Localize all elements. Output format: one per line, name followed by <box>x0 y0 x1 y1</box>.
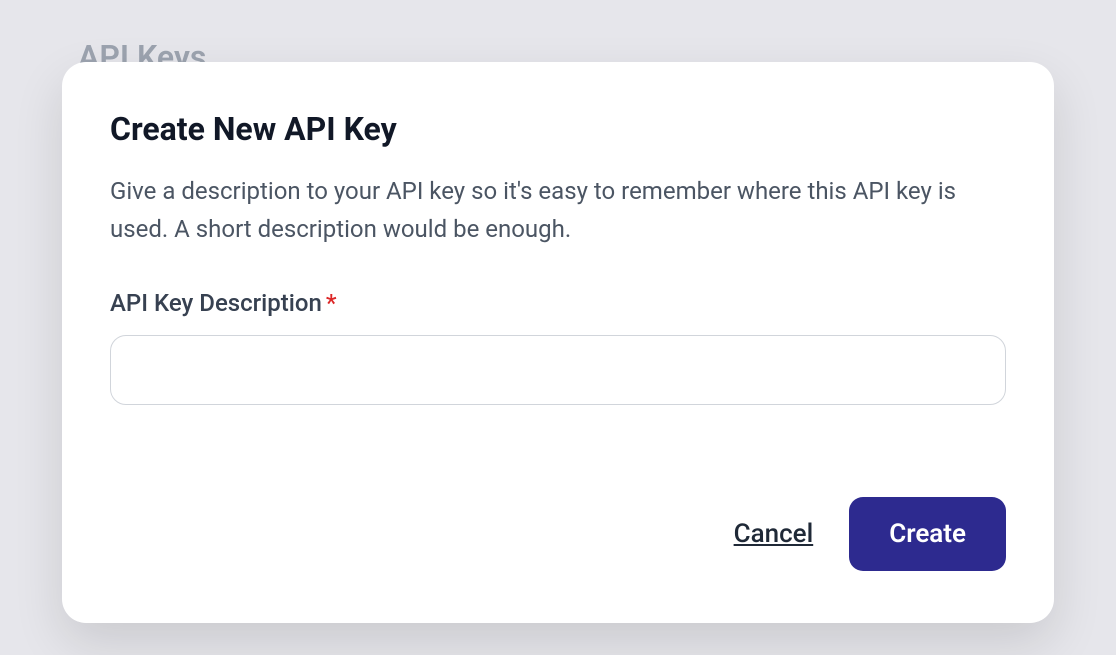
api-key-description-input[interactable] <box>110 335 1006 405</box>
create-api-key-modal: Create New API Key Give a description to… <box>62 62 1054 623</box>
modal-button-row: Cancel Create <box>110 497 1006 571</box>
create-button[interactable]: Create <box>849 497 1006 571</box>
field-label-text: API Key Description <box>110 289 322 317</box>
required-indicator: * <box>326 289 337 317</box>
cancel-button[interactable]: Cancel <box>734 519 814 549</box>
modal-title: Create New API Key <box>110 110 1006 148</box>
description-field-label: API Key Description* <box>110 289 1006 317</box>
modal-description: Give a description to your API key so it… <box>110 172 1006 249</box>
